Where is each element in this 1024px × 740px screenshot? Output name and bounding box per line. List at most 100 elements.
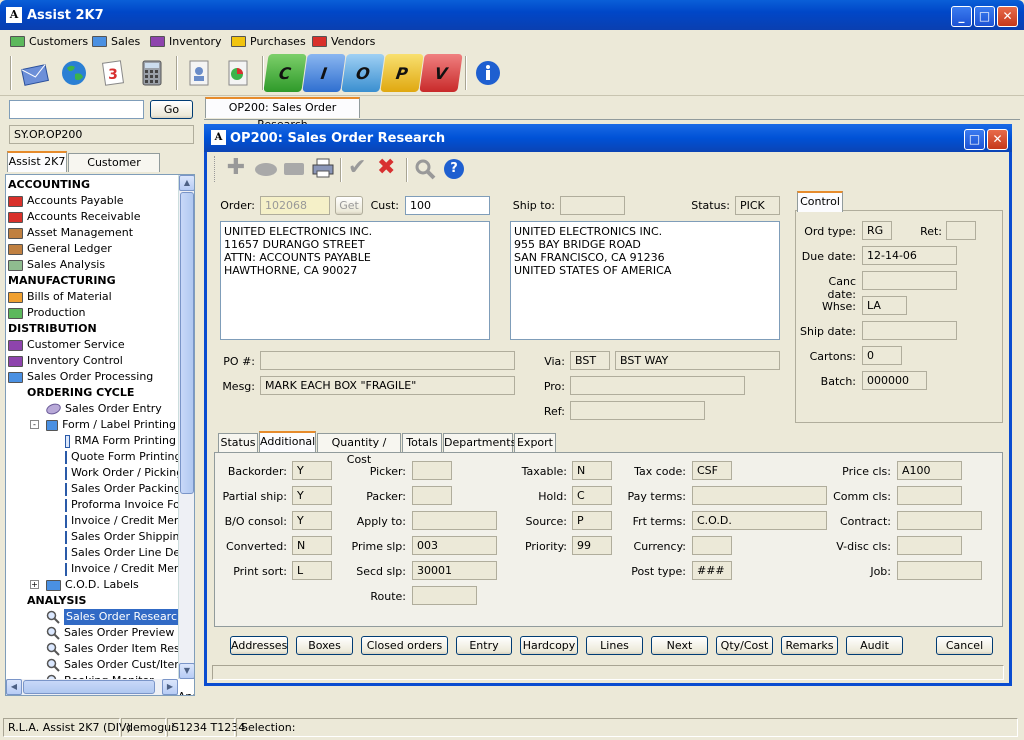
minimize-icon[interactable]: _ xyxy=(951,6,972,27)
tree-item[interactable]: Accounts Payable xyxy=(8,193,176,209)
menu-vendors[interactable]: Vendors xyxy=(312,33,375,49)
scroll-left-icon[interactable]: ◀ xyxy=(6,679,22,695)
tree-item[interactable]: - Form / Label Printing xyxy=(8,417,176,433)
hscroll-thumb[interactable] xyxy=(23,680,155,694)
scroll-thumb[interactable] xyxy=(180,192,194,494)
close-icon[interactable]: ✕ xyxy=(997,6,1018,27)
tab-status[interactable]: Status xyxy=(218,433,258,452)
menu-purchases[interactable]: Purchases xyxy=(231,33,306,49)
addresses-button[interactable]: Addresses xyxy=(230,636,288,655)
ship-to-address[interactable]: UNITED ELECTRONICS INC. 955 BAY BRIDGE R… xyxy=(510,221,780,340)
tree-horizontal-scrollbar[interactable]: ◀ ▶ xyxy=(6,679,178,695)
tree-item[interactable]: Sales Order Packing Lis xyxy=(8,481,194,497)
printer-icon[interactable] xyxy=(312,158,334,178)
mesg-field[interactable]: MARK EACH BOX "FRAGILE" xyxy=(260,376,515,395)
order-field[interactable]: 102068 xyxy=(260,196,330,215)
po-field[interactable] xyxy=(260,351,515,370)
customers-c-icon[interactable]: C xyxy=(263,54,307,92)
boxes-button[interactable]: Boxes xyxy=(296,636,353,655)
title-bar[interactable]: A Assist 2K7 _ □ ✕ xyxy=(0,0,1024,30)
tree-item[interactable]: Invoice / Credit Memo xyxy=(8,561,191,577)
tree-item[interactable]: Sales Order Item Research xyxy=(8,641,194,657)
info-icon[interactable] xyxy=(469,54,507,92)
calculator-icon[interactable] xyxy=(133,54,171,92)
tab-control[interactable]: Control xyxy=(797,191,843,212)
via-code-field[interactable]: BST xyxy=(570,351,610,370)
tree-section-header[interactable]: DISTRIBUTION xyxy=(8,321,176,337)
tree-item[interactable]: Asset Management xyxy=(8,225,176,241)
maximize-icon[interactable]: □ xyxy=(974,6,995,27)
vendors-v-icon[interactable]: V xyxy=(419,54,463,92)
tree-section-header[interactable]: ANALYSIS xyxy=(8,593,176,609)
cust-field[interactable]: 100 xyxy=(405,196,490,215)
tree-item[interactable]: Sales Order Preview xyxy=(8,625,176,641)
tree-vertical-scrollbar[interactable]: ▲ ▼ xyxy=(178,175,194,679)
maximize-icon[interactable]: □ xyxy=(964,129,985,150)
tree-item[interactable]: Production xyxy=(8,305,176,321)
inner-title-bar[interactable]: A OP200: Sales Order Research □ ✕ xyxy=(204,124,1012,152)
tree-item[interactable]: Sales Order Cust/Item Res xyxy=(8,657,194,673)
find-icon[interactable] xyxy=(414,158,436,180)
tree-item[interactable]: General Ledger xyxy=(8,241,176,257)
menu-sales[interactable]: Sales xyxy=(92,33,140,49)
closed-orders-button[interactable]: Closed orders xyxy=(361,636,448,655)
tree-item[interactable]: Accounts Receivable xyxy=(8,209,176,225)
user-card-icon[interactable] xyxy=(180,54,218,92)
scroll-down-icon[interactable]: ▼ xyxy=(179,663,194,679)
add-icon[interactable]: ✚ xyxy=(225,157,247,180)
ref-field[interactable] xyxy=(570,401,705,420)
tree-item[interactable]: Sales Order Line Detail xyxy=(8,545,194,561)
purchases-p-icon[interactable]: P xyxy=(380,54,424,92)
help-icon[interactable]: ? xyxy=(444,159,464,179)
close-icon[interactable]: ✕ xyxy=(987,129,1008,150)
qty-cost-button[interactable]: Qty/Cost xyxy=(716,636,773,655)
tree-item[interactable]: Invoice / Credit Memo xyxy=(8,513,191,529)
collapse-icon[interactable]: - xyxy=(30,420,39,429)
report-chart-icon[interactable] xyxy=(219,54,257,92)
eraser-icon[interactable] xyxy=(255,163,277,176)
tree-item[interactable]: Sales Order Entry xyxy=(8,401,176,417)
mail-icon[interactable] xyxy=(16,54,54,92)
tree-item[interactable]: Work Order / Picking Li xyxy=(8,465,194,481)
tree-item[interactable]: Customer Service xyxy=(8,337,176,353)
tree-section-header[interactable]: ORDERING CYCLE xyxy=(8,385,176,401)
menu-inventory[interactable]: Inventory xyxy=(150,33,222,49)
tree-item[interactable]: RMA Form Printing xyxy=(8,433,176,449)
tab-totals[interactable]: Totals xyxy=(402,433,442,452)
next-button[interactable]: Next xyxy=(651,636,708,655)
tab-assist-2k7[interactable]: Assist 2K7 xyxy=(7,151,67,172)
scroll-right-icon[interactable]: ▶ xyxy=(162,679,178,695)
calendar-icon[interactable]: 3 xyxy=(94,54,132,92)
inventory-i-icon[interactable]: I xyxy=(302,54,346,92)
entry-button[interactable]: Entry xyxy=(456,636,512,655)
cancel-x-icon[interactable]: ✖ xyxy=(377,157,399,179)
remarks-button[interactable]: Remarks xyxy=(781,636,838,655)
tree-item[interactable]: Proforma Invoice Form xyxy=(8,497,194,513)
tree-item[interactable]: Bills of Material xyxy=(8,289,176,305)
orders-o-icon[interactable]: O xyxy=(341,54,385,92)
check-icon[interactable]: ✔ xyxy=(348,157,370,179)
menu-customers[interactable]: Customers xyxy=(10,33,88,49)
minus-icon[interactable] xyxy=(284,163,304,175)
go-button[interactable]: Go xyxy=(150,100,193,119)
expand-icon[interactable]: + xyxy=(30,580,39,589)
tab-export[interactable]: Export xyxy=(514,433,556,452)
tree-item[interactable]: + C.O.D. Labels xyxy=(8,577,176,593)
get-button[interactable]: Get xyxy=(335,196,363,215)
tree-item[interactable]: Sales Order Research xyxy=(8,609,186,625)
globe-icon[interactable] xyxy=(55,54,93,92)
tree-item[interactable]: Inventory Control xyxy=(8,353,176,369)
tree-item[interactable]: Sales Order Shipping L xyxy=(8,529,194,545)
tab-quantity-cost[interactable]: Quantity / Cost xyxy=(317,433,401,466)
tree-item[interactable]: Sales Analysis xyxy=(8,257,176,273)
audit-button[interactable]: Audit xyxy=(846,636,903,655)
pro-field[interactable] xyxy=(570,376,745,395)
tree-item[interactable]: Quote Form Printing xyxy=(8,449,181,465)
search-input[interactable] xyxy=(9,100,144,119)
scroll-up-icon[interactable]: ▲ xyxy=(179,175,194,191)
hardcopy-button[interactable]: Hardcopy xyxy=(520,636,578,655)
tab-additional[interactable]: Additional xyxy=(259,431,316,452)
tab-op200[interactable]: OP200: Sales Order Research xyxy=(205,97,360,131)
tab-departments[interactable]: Departments xyxy=(443,433,516,452)
bill-to-address[interactable]: UNITED ELECTRONICS INC. 11657 DURANGO ST… xyxy=(220,221,490,340)
